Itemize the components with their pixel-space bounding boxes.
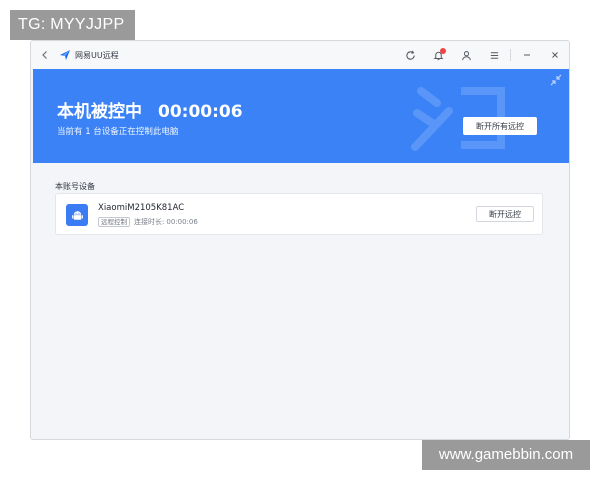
control-status-subtitle: 当前有 1 台设备正在控制此电脑 [57, 127, 179, 137]
session-timer: 00:00:06 [158, 102, 243, 122]
app-window: 网易UU远程 本机被控中 00:00:06 当前有 1 台设备正在控制此电脑 断… [30, 40, 570, 440]
user-icon[interactable] [452, 41, 480, 69]
control-status-banner: 本机被控中 00:00:06 当前有 1 台设备正在控制此电脑 断开所有远控 [33, 69, 569, 163]
app-logo-icon [60, 50, 70, 60]
menu-icon[interactable] [480, 41, 508, 69]
duration-label: 连接时长: [134, 218, 165, 226]
title-bar: 网易UU远程 [31, 41, 569, 69]
device-meta: 远程控制 连接时长: 00:00:06 [98, 217, 198, 227]
device-name: XiaomiM2105K81AC [98, 203, 185, 213]
section-title-account-devices: 本账号设备 [55, 182, 95, 191]
device-card: XiaomiM2105K81AC 远程控制 连接时长: 00:00:06 断开远… [55, 193, 543, 235]
control-status-heading: 本机被控中 00:00:06 [57, 97, 243, 122]
minimize-icon[interactable] [513, 41, 541, 69]
duration-value: 00:00:06 [166, 218, 198, 226]
status-text: 本机被控中 [57, 102, 142, 122]
disconnect-all-button[interactable]: 断开所有远控 [463, 117, 537, 135]
watermark-bottom-right: www.gamebbin.com [422, 440, 590, 470]
watermark-top-left: TG: MYYJJPP [10, 10, 135, 40]
refresh-icon[interactable] [396, 41, 424, 69]
back-arrow-icon[interactable] [33, 41, 57, 69]
titlebar-divider [510, 49, 511, 61]
remote-control-tag: 远程控制 [98, 217, 130, 227]
close-icon[interactable] [541, 41, 569, 69]
android-icon [66, 204, 88, 226]
app-title: 网易UU远程 [75, 50, 119, 60]
collapse-icon[interactable] [549, 73, 563, 87]
notification-badge [440, 48, 446, 54]
disconnect-button[interactable]: 断开远控 [476, 206, 534, 222]
bell-icon[interactable] [424, 41, 452, 69]
